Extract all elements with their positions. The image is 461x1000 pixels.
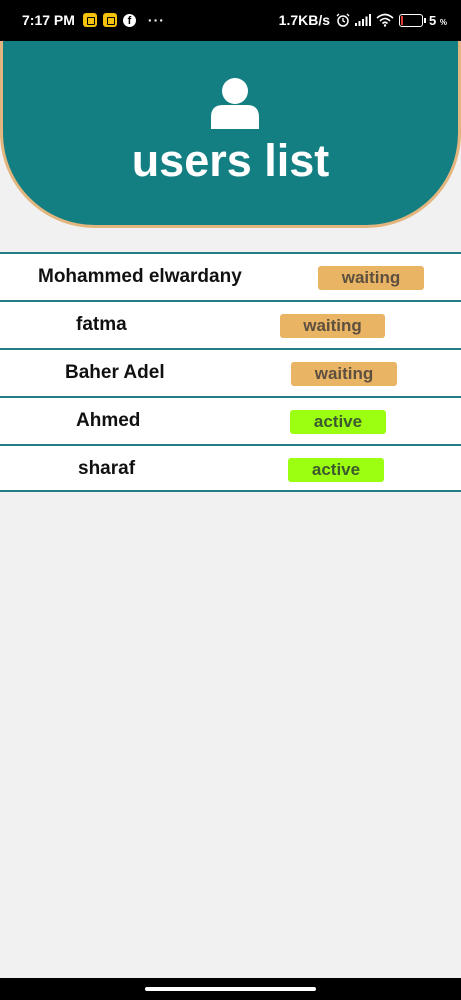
users-list: Mohammed elwardany waiting fatma waiting…	[0, 252, 461, 492]
notification-icon	[102, 13, 117, 27]
battery-level: 5 %	[429, 12, 447, 28]
battery-icon	[399, 13, 427, 27]
signal-icon	[355, 14, 372, 26]
status-badge: waiting	[291, 362, 397, 386]
network-speed: 1.7KB/s	[278, 12, 331, 28]
notification-icon	[82, 13, 97, 27]
page-title: users list	[131, 135, 330, 186]
status-badge: waiting	[280, 314, 385, 338]
status-badge: active	[290, 410, 386, 434]
home-indicator[interactable]	[145, 987, 316, 991]
user-row[interactable]: Ahmed active	[0, 396, 461, 444]
user-name: fatma	[76, 314, 127, 335]
header: users list	[0, 41, 461, 228]
user-icon	[211, 78, 259, 129]
status-badge: active	[288, 458, 384, 482]
status-badge: waiting	[318, 266, 424, 290]
user-row[interactable]: fatma waiting	[0, 300, 461, 348]
status-bar-right: 1.7KB/s 5 %	[279, 12, 447, 28]
facebook-icon: f	[122, 13, 136, 27]
user-row[interactable]: Mohammed elwardany waiting	[0, 252, 461, 300]
user-name: Mohammed elwardany	[38, 266, 242, 287]
wifi-icon	[376, 13, 394, 27]
navigation-bar	[0, 978, 461, 1000]
alarm-icon	[336, 13, 350, 27]
user-row[interactable]: sharaf active	[0, 444, 461, 492]
user-name: Baher Adel	[65, 362, 165, 383]
user-row[interactable]: Baher Adel waiting	[0, 348, 461, 396]
more-notifications-icon: ···	[147, 12, 165, 28]
status-bar: 7:17 PM f ··· 1.7KB/s 5 %	[0, 0, 461, 41]
user-name: sharaf	[78, 458, 136, 479]
clock: 7:17 PM	[22, 12, 75, 28]
status-bar-left: 7:17 PM f ···	[22, 12, 165, 28]
user-name: Ahmed	[76, 410, 141, 431]
